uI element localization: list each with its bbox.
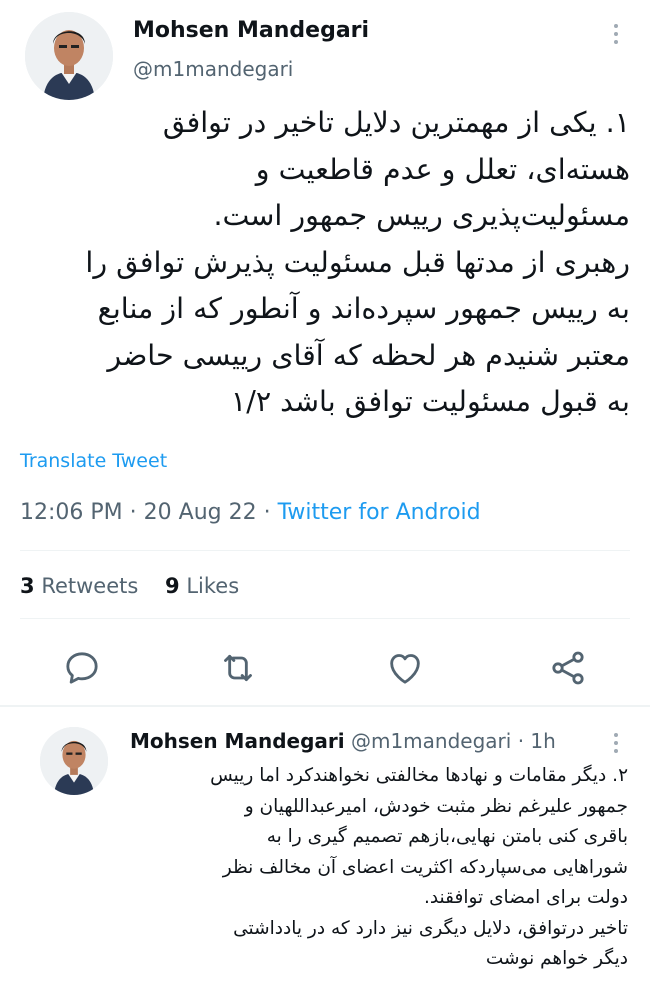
retweets-label: Retweets [41, 574, 139, 598]
retweets-stat[interactable]: 3 Retweets [20, 574, 138, 598]
likes-label: Likes [186, 574, 240, 598]
more-vertical-icon[interactable] [606, 18, 626, 48]
author-name[interactable]: Mohsen Mandegari [133, 18, 369, 43]
heart-icon[interactable] [385, 648, 425, 688]
tweet-actions [0, 640, 650, 696]
author-avatar[interactable] [25, 12, 113, 100]
engagement-stats: 3 Retweets 9 Likes [20, 574, 239, 598]
author-handle[interactable]: @m1mandegari [351, 729, 511, 753]
tweet-time[interactable]: 12:06 PM [20, 500, 123, 525]
tweet-text: ۲. دیگر مقامات و نهادها مخالفتی نخواهندک… [210, 765, 628, 969]
main-tweet: Mohsen Mandegari @m1mandegari ۱. یکی از … [0, 0, 650, 705]
retweet-icon[interactable] [218, 648, 258, 688]
share-icon[interactable] [548, 648, 588, 688]
author-avatar[interactable] [40, 727, 108, 795]
tweet-age[interactable]: 1h [530, 729, 555, 753]
meta-separator: · [517, 729, 525, 753]
tweet-text: ۱. یکی از مهمترین دلایل تاخیر در توافق ه… [85, 106, 630, 418]
retweets-count: 3 [20, 574, 35, 598]
author-name[interactable]: Mohsen Mandegari [130, 729, 345, 753]
meta-separator: · [263, 500, 278, 525]
tweet-source-link[interactable]: Twitter for Android [278, 500, 481, 525]
translate-tweet-link[interactable]: Translate Tweet [20, 450, 167, 472]
tweet-date[interactable]: 20 Aug 22 [144, 500, 257, 525]
tweet-metadata: 12:06 PM · 20 Aug 22 · Twitter for Andro… [20, 500, 481, 525]
reply-tweet[interactable]: Mohsen Mandegari @m1mandegari · 1h ۲. دی… [0, 707, 650, 1000]
reply-header: Mohsen Mandegari @m1mandegari · 1h [130, 729, 556, 753]
author-handle[interactable]: @m1mandegari [133, 57, 293, 81]
likes-count: 9 [165, 574, 180, 598]
divider [20, 550, 630, 551]
reply-icon[interactable] [62, 648, 102, 688]
more-vertical-icon[interactable] [606, 727, 626, 757]
divider [20, 618, 630, 619]
likes-stat[interactable]: 9 Likes [165, 574, 239, 598]
meta-separator: · [129, 500, 144, 525]
